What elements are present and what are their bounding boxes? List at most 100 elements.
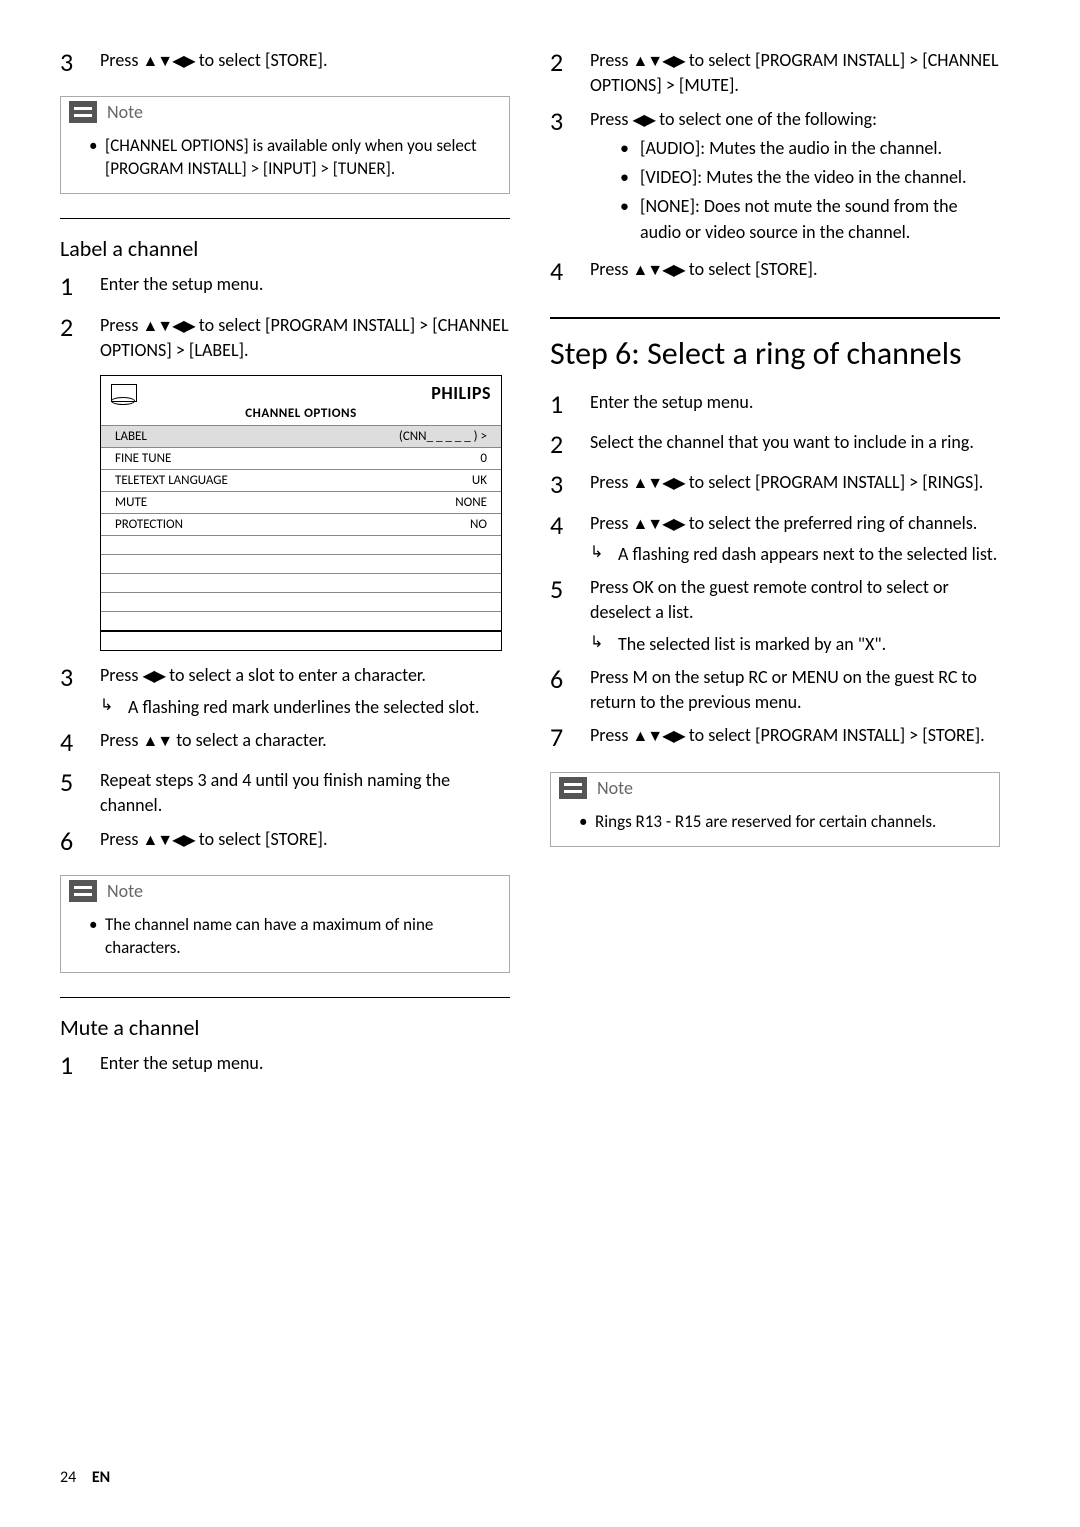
step-item: 1 Enter the setup menu.: [550, 390, 1000, 422]
step-number: 3: [550, 103, 590, 249]
step-item: 6 Press ▲▼◀▶ to select [STORE].: [60, 827, 510, 859]
step-number: 3: [550, 466, 590, 502]
arrow-icons: ▲▼◀▶: [632, 516, 684, 533]
note-icon: [69, 101, 97, 123]
section-heading: Mute a channel: [60, 1014, 510, 1041]
step-number: 3: [60, 44, 100, 80]
step-item: 4 Press ▲▼◀▶ to select the preferred rin…: [550, 511, 1000, 568]
row-value: NO: [470, 517, 487, 532]
note-box: Note •[CHANNEL OPTIONS] is available onl…: [60, 96, 510, 194]
tv-menu-title: CHANNEL OPTIONS: [101, 404, 501, 426]
page-number: 24: [60, 1468, 76, 1487]
step-number: 2: [550, 426, 590, 462]
step-item: 1 Enter the setup menu.: [60, 1051, 510, 1083]
text: Press: [590, 258, 632, 280]
table-row: TELETEXT LANGUAGE UK: [101, 470, 501, 492]
step-item: 6 Press M on the setup RC or MENU on the…: [550, 665, 1000, 715]
text: Enter the setup menu.: [590, 390, 1000, 422]
text: Enter the setup menu.: [100, 1051, 510, 1083]
row-key: MUTE: [115, 495, 147, 510]
page-language: EN: [92, 1468, 110, 1487]
step-number: 3: [60, 659, 100, 720]
section-heading: Label a channel: [60, 235, 510, 262]
row-key: FINE TUNE: [115, 451, 171, 466]
result-arrow-icon: ↳: [590, 542, 618, 567]
note-box: Note •The channel name can have a maximu…: [60, 875, 510, 973]
row-key: TELETEXT LANGUAGE: [115, 473, 228, 488]
step-item: 7 Press ▲▼◀▶ to select [PROGRAM INSTALL]…: [550, 723, 1000, 755]
step-item: 4 Press ▲▼◀▶ to select [STORE].: [550, 257, 1000, 289]
arrow-icons: ▲▼◀▶: [632, 53, 684, 70]
arrow-icons: ▲▼◀▶: [632, 475, 684, 492]
text: A flashing red dash appears next to the …: [618, 542, 997, 567]
arrow-icons: ▲▼◀▶: [142, 832, 194, 849]
text: Press: [100, 314, 142, 336]
table-row: PROTECTION NO: [101, 514, 501, 536]
step-number: 4: [60, 724, 100, 760]
text: The selected list is marked by an "X".: [618, 632, 886, 657]
step-number: 2: [550, 44, 590, 99]
note-title: Note: [107, 101, 143, 123]
step-number: 4: [550, 253, 590, 289]
table-row: FINE TUNE 0: [101, 448, 501, 470]
step-item: 3 Press ◀▶ to select one of the followin…: [550, 107, 1000, 249]
step-item: 2 Press ▲▼◀▶ to select [PROGRAM INSTALL]…: [60, 313, 510, 364]
separator: [60, 997, 510, 998]
row-key: LABEL: [115, 429, 147, 444]
result-arrow-icon: ↳: [590, 632, 618, 657]
text: Press: [590, 512, 632, 534]
text: to select a character.: [172, 729, 327, 751]
table-row: LABEL (CNN_ _ _ _ _ ) >: [101, 426, 501, 448]
row-value: UK: [472, 473, 487, 488]
philips-logo: PHILIPS: [431, 382, 491, 404]
text: Select the channel that you want to incl…: [590, 430, 1000, 462]
arrow-icons: ▲▼◀▶: [632, 728, 684, 745]
text: Press: [100, 729, 142, 751]
note-title: Note: [107, 880, 143, 902]
text: to select [PROGRAM INSTALL] > [STORE].: [685, 724, 985, 746]
note-icon: [69, 880, 97, 902]
note-text: Rings R13 - R15 are reserved for certain…: [595, 811, 936, 834]
tv-menu-screenshot: PHILIPS CHANNEL OPTIONS LABEL (CNN_ _ _ …: [100, 375, 502, 651]
row-value: (CNN_ _ _ _ _ ) >: [399, 429, 487, 444]
step-number: 2: [60, 309, 100, 364]
text: Press: [590, 49, 632, 71]
list-item: •[AUDIO]: Mutes the audio in the channel…: [620, 136, 1000, 161]
step-item: 2 Select the channel that you want to in…: [550, 430, 1000, 462]
step-item: 3 Press ◀▶ to select a slot to enter a c…: [60, 663, 510, 720]
step-number: 1: [60, 1047, 100, 1083]
right-column: 2 Press ▲▼◀▶ to select [PROGRAM INSTALL]…: [550, 40, 1000, 1091]
note-text: [CHANNEL OPTIONS] is available only when…: [105, 135, 493, 181]
text: Press: [100, 49, 142, 71]
text: to select one of the following:: [655, 108, 877, 130]
separator: [60, 218, 510, 219]
arrow-icons: ▲▼: [142, 733, 172, 750]
text: Press: [100, 828, 142, 850]
table-row: MUTE NONE: [101, 492, 501, 514]
note-title: Note: [597, 777, 633, 799]
text: to select the preferred ring of channels…: [685, 512, 978, 534]
text: Press: [590, 471, 632, 493]
row-value: NONE: [455, 495, 487, 510]
step-number: 6: [550, 661, 590, 715]
text: to select [STORE].: [195, 49, 328, 71]
step-number: 4: [550, 507, 590, 568]
text: Press: [590, 724, 632, 746]
text: Press: [590, 108, 632, 130]
arrow-icons: ◀▶: [632, 112, 655, 129]
result-arrow-icon: ↳: [100, 695, 128, 720]
note-box: Note •Rings R13 - R15 are reserved for c…: [550, 772, 1000, 847]
tv-icon: [111, 384, 137, 402]
step-item: 1 Enter the setup menu.: [60, 272, 510, 304]
step-item: 5 Press OK on the guest remote control t…: [550, 575, 1000, 657]
list-item: •[VIDEO]: Mutes the the video in the cha…: [620, 165, 1000, 190]
text: to select a slot to enter a character.: [165, 664, 426, 686]
arrow-icons: ▲▼◀▶: [142, 318, 194, 335]
separator: [550, 317, 1000, 319]
text: Enter the setup menu.: [100, 272, 510, 304]
note-icon: [559, 777, 587, 799]
text: to select [STORE].: [195, 828, 328, 850]
text: to select [STORE].: [685, 258, 818, 280]
step-number: 1: [60, 268, 100, 304]
step-number: 5: [60, 764, 100, 818]
